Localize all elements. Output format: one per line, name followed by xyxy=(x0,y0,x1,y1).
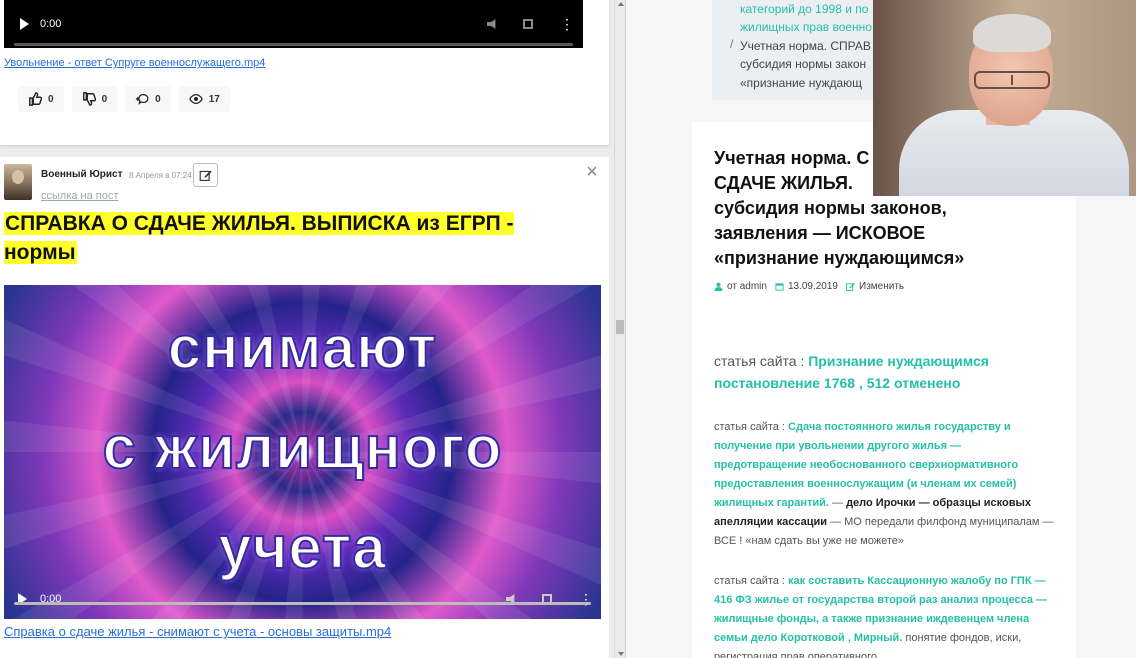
edit-post-button[interactable] xyxy=(193,163,218,187)
breadcrumb-current: субсидия нормы закон xyxy=(740,57,867,71)
add-comment-icon xyxy=(136,94,149,106)
video-thumbnail-text: учета xyxy=(217,513,387,582)
post-card: Военный Юрист 8 Апреля в 07:24 × ссылка … xyxy=(0,157,609,658)
avatar[interactable] xyxy=(4,164,32,200)
fullscreen-icon[interactable] xyxy=(523,19,533,29)
post-date: 8 Апреля в 07:24 xyxy=(129,171,192,180)
video-progress-track[interactable] xyxy=(14,43,573,46)
splitter-grip[interactable] xyxy=(616,320,624,334)
video-file-link[interactable]: Увольнение - ответ Супруге военнослужаще… xyxy=(4,57,265,69)
breadcrumb-separator: / xyxy=(730,37,734,51)
post-stats: 0 0 0 17 xyxy=(18,86,230,112)
article-meta: от admin 13.09.2019 Изменить xyxy=(714,281,904,292)
edit-article-link[interactable]: Изменить xyxy=(846,281,904,292)
post-title: СПРАВКА О СДАЧЕ ЖИЛЬЯ. ВЫПИСКА из ЕГРП -… xyxy=(4,212,514,264)
article-date: 13.09.2019 xyxy=(775,281,838,292)
comment-button[interactable]: 0 xyxy=(125,86,171,112)
views-count: 17 xyxy=(208,93,220,105)
article-paragraph: статья сайта : как составить Кассационну… xyxy=(714,575,1048,658)
feed-pane: 0:00 ⋮ Увольнение - ответ Супруге военно… xyxy=(0,0,614,658)
play-icon[interactable] xyxy=(20,18,29,30)
video-progress-track[interactable] xyxy=(14,602,591,605)
post-card: 0:00 ⋮ Увольнение - ответ Супруге военно… xyxy=(0,0,609,145)
dislike-count: 0 xyxy=(101,93,108,105)
video-thumbnail-text: с жилищного xyxy=(102,413,503,482)
edit-icon xyxy=(199,170,212,181)
edit-icon xyxy=(846,282,855,291)
video-thumbnail-text: снимают xyxy=(167,313,438,382)
like-button[interactable]: 0 xyxy=(18,86,64,112)
thumbs-down-icon xyxy=(82,92,96,106)
breadcrumb-current: Учетная норма. СПРАВ xyxy=(740,39,871,53)
more-options-icon[interactable]: ⋮ xyxy=(560,17,574,31)
video-controls: 0:00 ⋮ xyxy=(4,579,601,619)
volume-icon[interactable] xyxy=(487,19,499,29)
article: Учетная норма. С СДАЧЕ ЖИЛЬЯ. субсидия н… xyxy=(692,122,1076,658)
scroll-down-icon[interactable] xyxy=(618,652,624,656)
article-link[interactable]: Сдача постоянного жилья государству и по… xyxy=(714,421,1018,509)
views-counter: 17 xyxy=(178,86,230,112)
post-permalink[interactable]: ссылка на пост xyxy=(41,190,118,202)
calendar-icon xyxy=(775,283,784,291)
video-player[interactable]: снимают с жилищного учета 0:00 ⋮ xyxy=(4,285,601,619)
close-icon[interactable]: × xyxy=(583,162,601,182)
video-file-link[interactable]: Справка о сдаче жилья - снимают с учета … xyxy=(4,624,391,639)
video-time: 0:00 xyxy=(40,18,62,30)
user-icon xyxy=(714,282,723,291)
webcam-overlay xyxy=(873,0,1136,196)
eye-icon xyxy=(188,93,203,105)
scroll-up-icon[interactable] xyxy=(618,2,624,6)
breadcrumb-link[interactable]: жилищных прав военно xyxy=(740,18,872,36)
breadcrumb-current: «признание нуждающ xyxy=(740,76,863,90)
pane-splitter[interactable] xyxy=(614,0,626,658)
presenter-hair xyxy=(973,14,1051,52)
breadcrumb-link[interactable]: категорий до 1998 и по xyxy=(740,0,868,18)
article-paragraph: статья сайта : Признание нуждающимся пос… xyxy=(714,353,989,391)
post-author[interactable]: Военный Юрист xyxy=(41,169,122,180)
author-link[interactable]: от admin xyxy=(714,281,767,292)
article-paragraph: статья сайта : Сдача постоянного жилья г… xyxy=(714,421,1054,547)
thumbs-up-icon xyxy=(29,92,42,106)
like-count: 0 xyxy=(48,93,54,105)
video-player[interactable]: 0:00 ⋮ xyxy=(4,0,583,48)
presenter-glasses xyxy=(974,71,1050,89)
comment-count: 0 xyxy=(155,93,161,105)
dislike-button[interactable]: 0 xyxy=(71,86,118,112)
